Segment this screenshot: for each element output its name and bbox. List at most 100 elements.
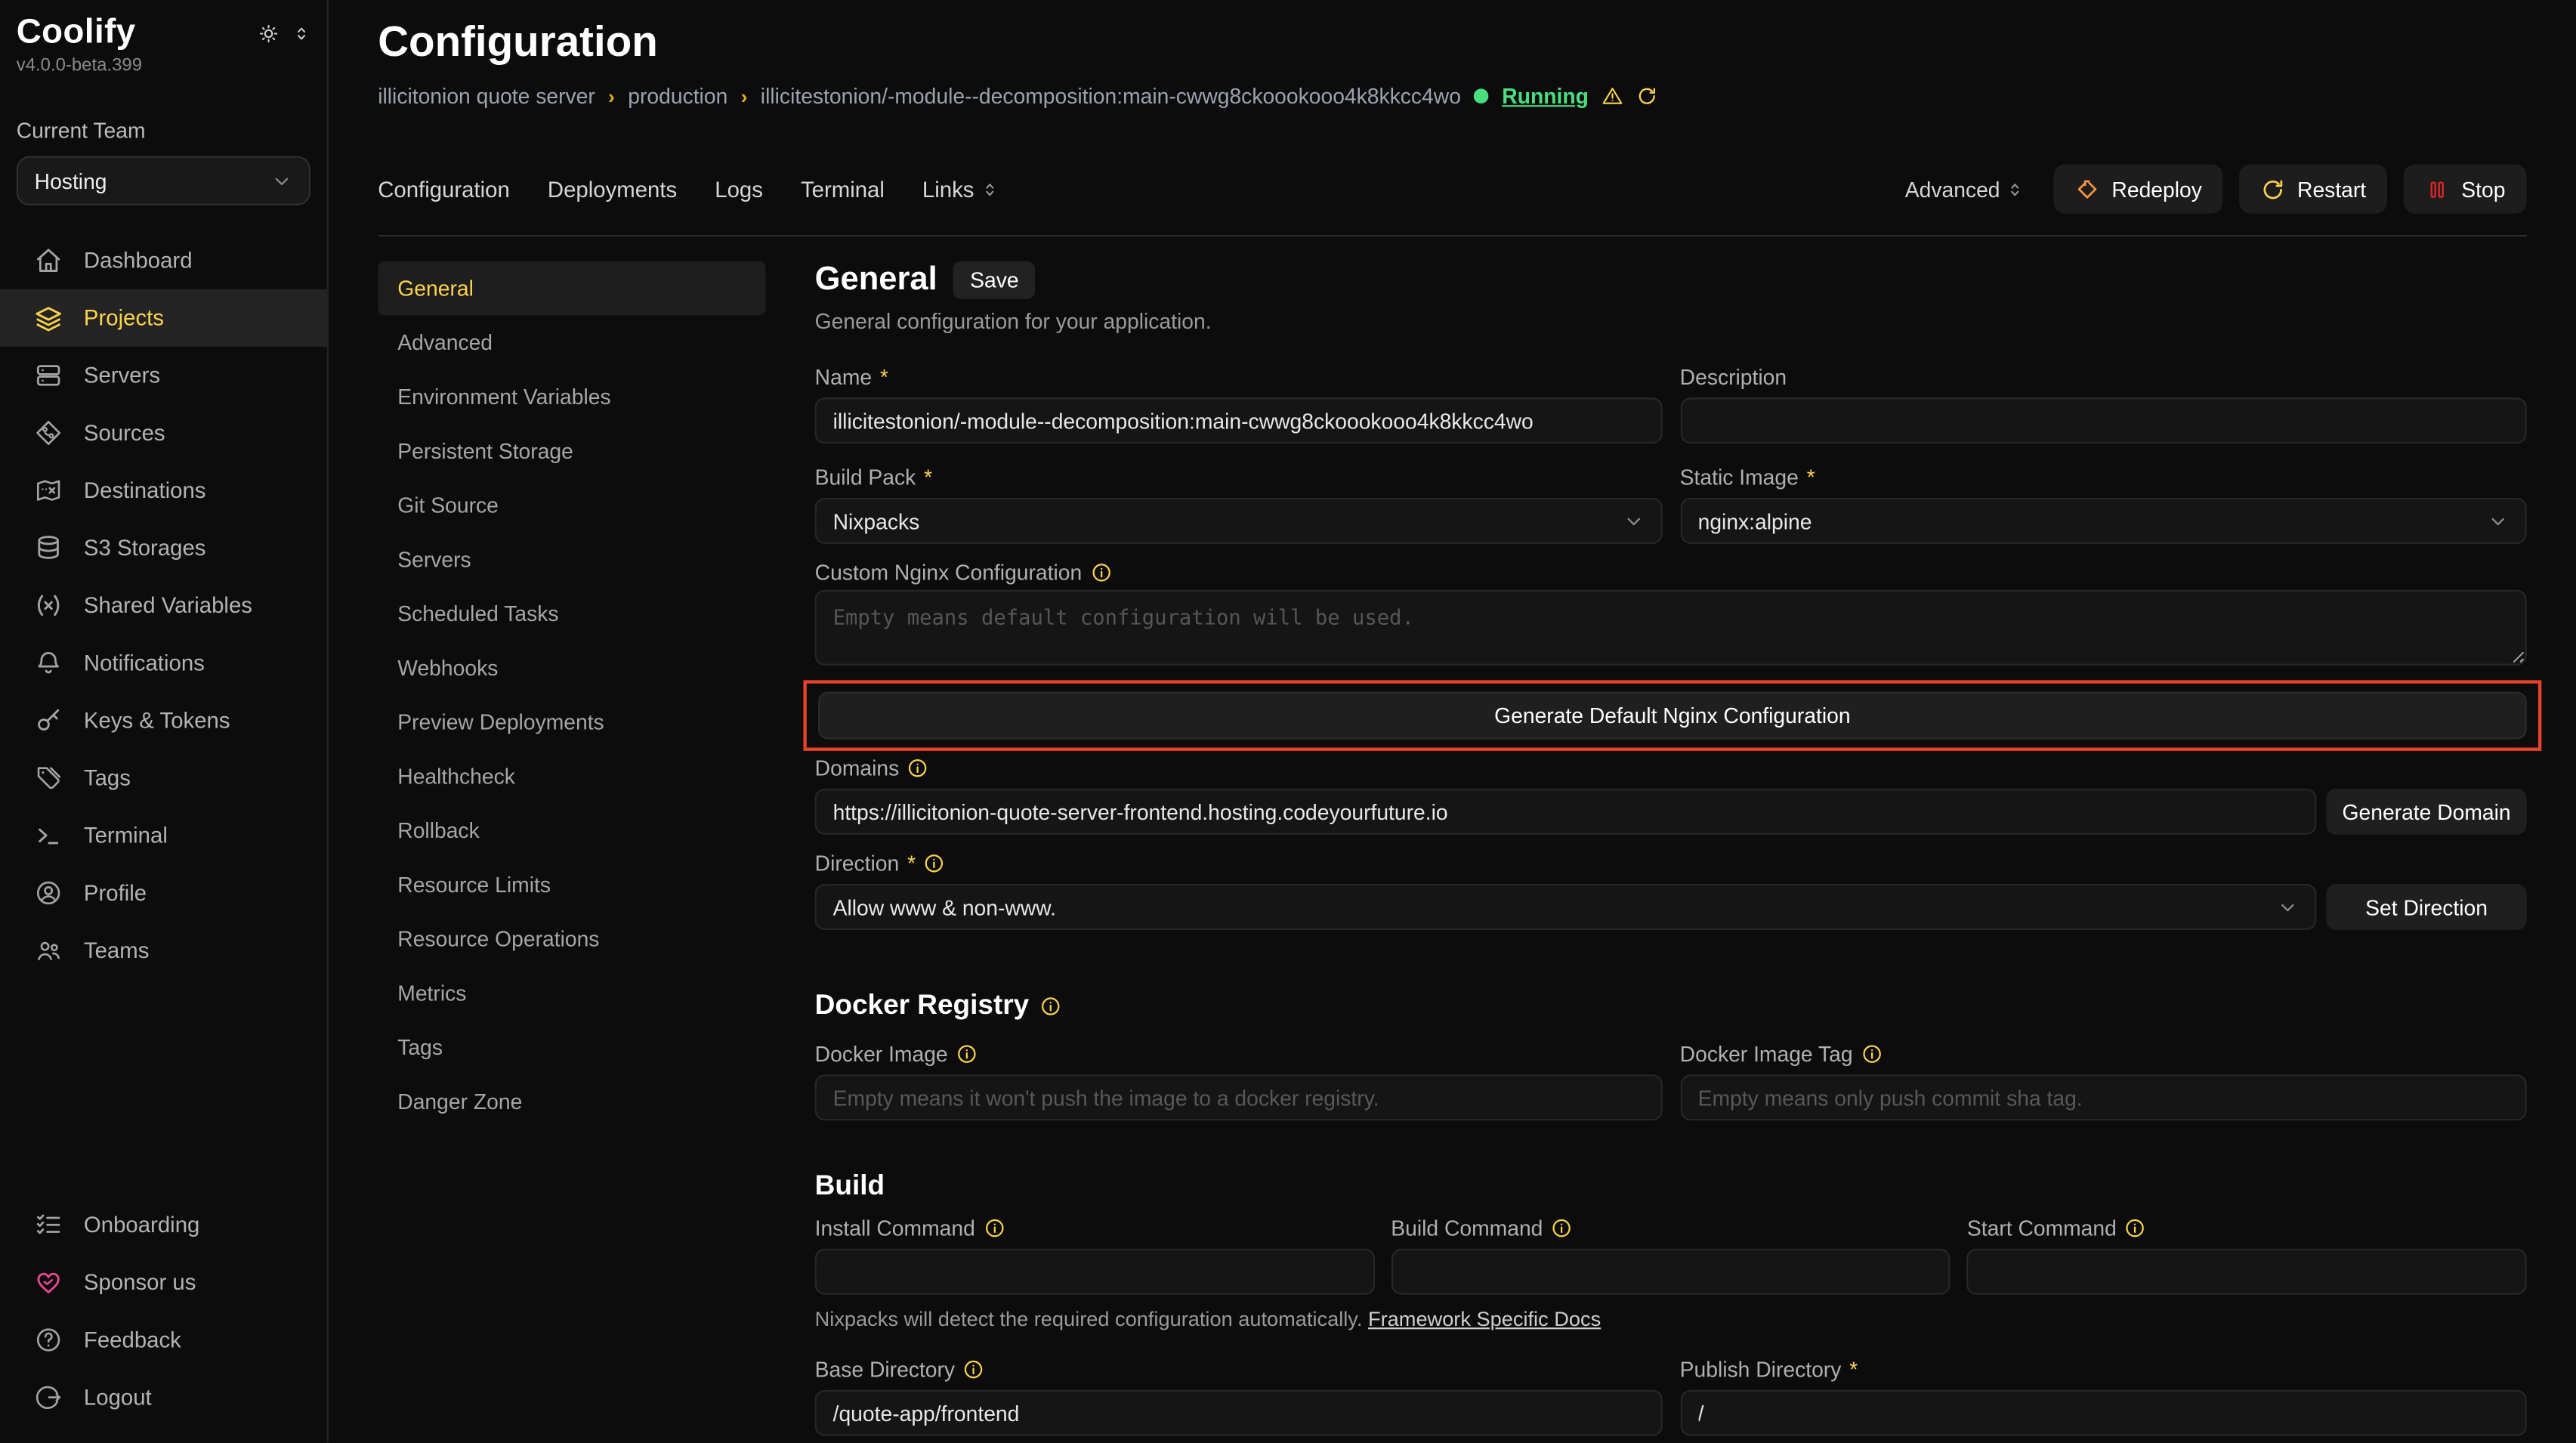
sidebar-item-onboarding[interactable]: Onboarding [0, 1196, 327, 1253]
subnav-rollback[interactable]: Rollback [378, 803, 765, 857]
tab-terminal[interactable]: Terminal [801, 177, 885, 202]
sidebar-item-terminal[interactable]: Terminal [0, 807, 327, 864]
redeploy-button[interactable]: Redeploy [2054, 164, 2223, 213]
sidebar-collapse-chevrons-icon[interactable] [292, 24, 310, 42]
static-image-label: Static Image [1680, 465, 1799, 490]
chevron-down-icon [2277, 896, 2298, 917]
sidebar-item-feedback[interactable]: Feedback [0, 1311, 327, 1368]
subnav-general[interactable]: General [378, 261, 765, 316]
subnav-resource-limits[interactable]: Resource Limits [378, 857, 765, 912]
build-pack-select[interactable]: Nixpacks [815, 498, 1662, 544]
team-select[interactable]: Hosting [17, 156, 310, 205]
main-content: Configuration illicitonion quote server … [329, 0, 2576, 1442]
build-pack-label: Build Pack [815, 465, 916, 490]
save-button[interactable]: Save [953, 261, 1035, 299]
sidebar-item-servers[interactable]: Servers [0, 347, 327, 404]
refresh-status-icon[interactable] [1636, 85, 1657, 107]
sidebar: Coolify v4.0.0-beta.399 Current Team Hos… [0, 0, 329, 1442]
subnav-preview-deployments[interactable]: Preview Deployments [378, 695, 765, 749]
section-heading-docker-registry: Docker Registry [815, 989, 1030, 1021]
sidebar-item-projects[interactable]: Projects [0, 289, 327, 347]
subnav-danger-zone[interactable]: Danger Zone [378, 1074, 765, 1129]
subnav-metrics[interactable]: Metrics [378, 966, 765, 1021]
deploy-icon [2076, 177, 2101, 202]
theme-toggle-sun-icon[interactable] [258, 22, 279, 43]
config-subnav: General Advanced Environment Variables P… [378, 261, 765, 1443]
terminal-icon [35, 821, 63, 849]
set-direction-button[interactable]: Set Direction [2326, 884, 2526, 930]
sidebar-item-sponsor-us[interactable]: Sponsor us [0, 1253, 327, 1311]
sidebar-item-profile[interactable]: Profile [0, 864, 327, 922]
sidebar-footer: Onboarding Sponsor us Feedback Logout [0, 1196, 327, 1426]
info-icon [1861, 1043, 1882, 1064]
info-icon [984, 1217, 1005, 1238]
breadcrumb: illicitonion quote server › production ›… [378, 84, 2527, 109]
domains-input[interactable] [815, 789, 2317, 835]
restart-icon [2261, 177, 2286, 202]
app-logo: Coolify [17, 13, 136, 52]
subnav-tags[interactable]: Tags [378, 1021, 765, 1075]
tab-deployments[interactable]: Deployments [548, 177, 677, 202]
breadcrumb-application[interactable]: illicitestonion/-module--decomposition:m… [761, 84, 1461, 109]
subnav-git-source[interactable]: Git Source [378, 478, 765, 533]
pause-icon [2425, 177, 2450, 202]
layers-icon [35, 304, 63, 332]
breadcrumb-environment[interactable]: production [628, 84, 727, 109]
sidebar-item-sources[interactable]: Sources [0, 404, 327, 462]
description-input[interactable] [1680, 397, 2527, 443]
status-badge[interactable]: Running [1502, 84, 1589, 109]
subnav-environment-variables[interactable]: Environment Variables [378, 369, 765, 424]
advanced-dropdown[interactable]: Advanced [1905, 177, 2025, 202]
sidebar-item-tags[interactable]: Tags [0, 749, 327, 807]
sidebar-item-shared-variables[interactable]: Shared Variables [0, 576, 327, 634]
docker-image-tag-input[interactable] [1680, 1074, 2527, 1120]
custom-nginx-textarea[interactable] [815, 590, 2527, 666]
tab-bar: Configuration Deployments Logs Terminal … [378, 164, 2527, 213]
app-version: v4.0.0-beta.399 [0, 53, 327, 76]
subnav-persistent-storage[interactable]: Persistent Storage [378, 424, 765, 478]
info-icon [907, 758, 928, 779]
nixpacks-note: Nixpacks will detect the required config… [815, 1308, 2527, 1330]
subnav-scheduled-tasks[interactable]: Scheduled Tasks [378, 586, 765, 641]
install-command-input[interactable] [815, 1249, 1375, 1295]
generate-default-nginx-configuration-button[interactable]: Generate Default Nginx Configuration [818, 692, 2527, 740]
sidebar-item-keys-tokens[interactable]: Keys & Tokens [0, 692, 327, 749]
docker-image-input[interactable] [815, 1074, 1662, 1120]
stop-button[interactable]: Stop [2404, 164, 2527, 213]
sidebar-item-s3-storages[interactable]: S3 Storages [0, 519, 327, 576]
sidebar-item-dashboard[interactable]: Dashboard [0, 232, 327, 289]
bell-icon [35, 649, 63, 677]
heart-icon [35, 1268, 63, 1296]
generate-domain-button[interactable]: Generate Domain [2326, 789, 2526, 835]
map-icon [35, 477, 63, 505]
breadcrumb-project[interactable]: illicitonion quote server [378, 84, 595, 109]
section-subtitle: General configuration for your applicati… [815, 309, 2527, 334]
framework-docs-link[interactable]: Framework Specific Docs [1368, 1308, 1601, 1330]
tab-links[interactable]: Links [922, 177, 999, 202]
subnav-resource-operations[interactable]: Resource Operations [378, 912, 765, 966]
tab-logs[interactable]: Logs [715, 177, 763, 202]
publish-directory-input[interactable] [1680, 1390, 2527, 1436]
start-command-input[interactable] [1967, 1249, 2527, 1295]
sidebar-item-destinations[interactable]: Destinations [0, 462, 327, 519]
static-image-select[interactable]: nginx:alpine [1680, 498, 2527, 544]
subnav-servers[interactable]: Servers [378, 533, 765, 587]
start-command-label: Start Command [1967, 1216, 2117, 1241]
build-command-input[interactable] [1391, 1249, 1951, 1295]
subnav-webhooks[interactable]: Webhooks [378, 641, 765, 695]
info-icon [2125, 1217, 2146, 1238]
sidebar-item-teams[interactable]: Teams [0, 922, 327, 979]
restart-button[interactable]: Restart [2240, 164, 2388, 213]
name-input[interactable] [815, 397, 1662, 443]
base-directory-input[interactable] [815, 1390, 1662, 1436]
sidebar-nav: Dashboard Projects Servers Sources Desti… [0, 232, 327, 980]
tab-configuration[interactable]: Configuration [378, 177, 510, 202]
sidebar-item-logout[interactable]: Logout [0, 1369, 327, 1426]
subnav-advanced[interactable]: Advanced [378, 316, 765, 370]
required-marker: * [1849, 1357, 1858, 1382]
coolify-app: Coolify v4.0.0-beta.399 Current Team Hos… [0, 0, 2576, 1442]
direction-select[interactable]: Allow www & non-www. [815, 884, 2317, 930]
sidebar-item-notifications[interactable]: Notifications [0, 634, 327, 691]
variables-icon [35, 592, 63, 620]
subnav-healthcheck[interactable]: Healthcheck [378, 749, 765, 804]
